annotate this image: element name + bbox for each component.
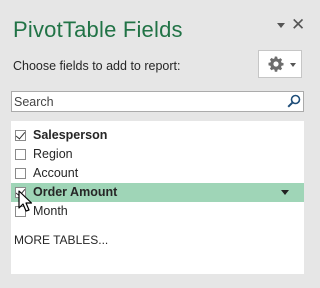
pane-subtitle: Choose fields to add to report: bbox=[13, 59, 181, 73]
checkbox[interactable] bbox=[15, 130, 26, 141]
pivottable-fields-pane: PivotTable Fields ✕ Choose fields to add… bbox=[0, 0, 318, 288]
field-item-account[interactable]: Account bbox=[11, 164, 304, 183]
field-label: Order Amount bbox=[33, 185, 118, 199]
field-item-order-amount[interactable]: Order Amount bbox=[11, 183, 304, 202]
gear-icon bbox=[268, 56, 284, 72]
chevron-down-icon bbox=[290, 63, 296, 67]
more-tables-link[interactable]: MORE TABLES... bbox=[14, 233, 108, 247]
search-icon[interactable] bbox=[287, 94, 301, 108]
field-list: Salesperson Region Account Order Amount … bbox=[11, 121, 304, 274]
field-label: Salesperson bbox=[33, 128, 108, 142]
search-input[interactable] bbox=[14, 93, 274, 110]
checkbox[interactable] bbox=[15, 149, 26, 160]
search-box[interactable] bbox=[11, 91, 304, 112]
pane-title: PivotTable Fields bbox=[13, 17, 183, 42]
chevron-down-icon[interactable] bbox=[281, 190, 289, 195]
field-item-month[interactable]: Month bbox=[11, 202, 304, 221]
checkbox[interactable] bbox=[15, 168, 26, 179]
tools-button[interactable] bbox=[258, 50, 302, 78]
field-item-salesperson[interactable]: Salesperson bbox=[11, 126, 304, 145]
field-item-region[interactable]: Region bbox=[11, 145, 304, 164]
chevron-down-icon[interactable] bbox=[277, 23, 285, 28]
field-label: Account bbox=[33, 166, 79, 180]
field-label: Month bbox=[33, 204, 68, 218]
mouse-pointer-icon bbox=[18, 190, 33, 212]
field-label: Region bbox=[33, 147, 73, 161]
close-icon[interactable]: ✕ bbox=[291, 16, 305, 33]
